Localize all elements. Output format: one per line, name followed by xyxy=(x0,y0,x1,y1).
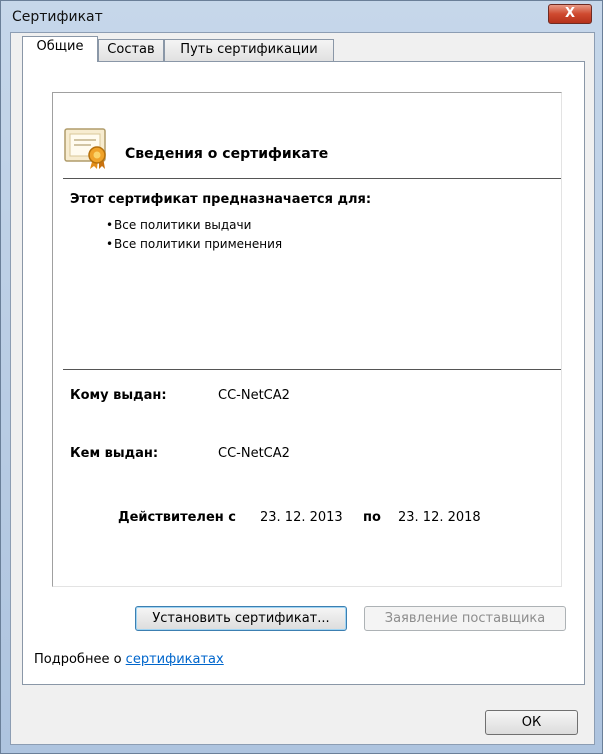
learn-more: Подробнее о сертификатах xyxy=(34,652,224,667)
ok-label: ОК xyxy=(521,715,542,730)
certificate-icon xyxy=(64,128,106,169)
install-certificate-label: Установить сертификат... xyxy=(152,611,330,626)
info-title: Сведения о сертификате xyxy=(125,146,329,162)
valid-to-label: по xyxy=(363,510,381,525)
certificates-link[interactable]: сертификатах xyxy=(126,652,224,667)
issued-to-value: CC-NetCA2 xyxy=(218,388,290,403)
tab-general[interactable]: Общие xyxy=(22,36,98,62)
info-separator-top xyxy=(63,178,561,179)
install-certificate-button[interactable]: Установить сертификат... xyxy=(135,606,347,631)
tab-certification-path[interactable]: Путь сертификации xyxy=(164,39,334,61)
issued-to-label: Кому выдан: xyxy=(70,388,167,403)
learn-more-text: Подробнее о xyxy=(34,652,122,667)
purpose-heading: Этот сертификат предназначается для: xyxy=(70,192,372,207)
valid-from-value: 23. 12. 2013 xyxy=(260,510,343,525)
ok-button[interactable]: ОК xyxy=(485,710,578,735)
tab-details[interactable]: Состав xyxy=(98,39,164,61)
issued-by-label: Кем выдан: xyxy=(70,446,159,461)
issued-by-value: CC-NetCA2 xyxy=(218,446,290,461)
list-item: •Все политики применения xyxy=(106,237,283,251)
window-title: Сертификат xyxy=(12,9,103,25)
valid-to-value: 23. 12. 2018 xyxy=(398,510,481,525)
issuer-statement-label: Заявление поставщика xyxy=(384,611,546,626)
purpose-text: Все политики применения xyxy=(114,237,283,251)
list-item: •Все политики выдачи xyxy=(106,218,252,232)
info-separator-middle xyxy=(63,369,561,370)
close-icon: X xyxy=(564,6,576,21)
valid-from-label: Действителен с xyxy=(118,510,236,525)
issuer-statement-button[interactable]: Заявление поставщика xyxy=(364,606,566,631)
purpose-list: •Все политики выдачи •Все политики приме… xyxy=(106,216,282,254)
purpose-text: Все политики выдачи xyxy=(114,218,252,232)
close-button[interactable]: X xyxy=(548,4,592,24)
